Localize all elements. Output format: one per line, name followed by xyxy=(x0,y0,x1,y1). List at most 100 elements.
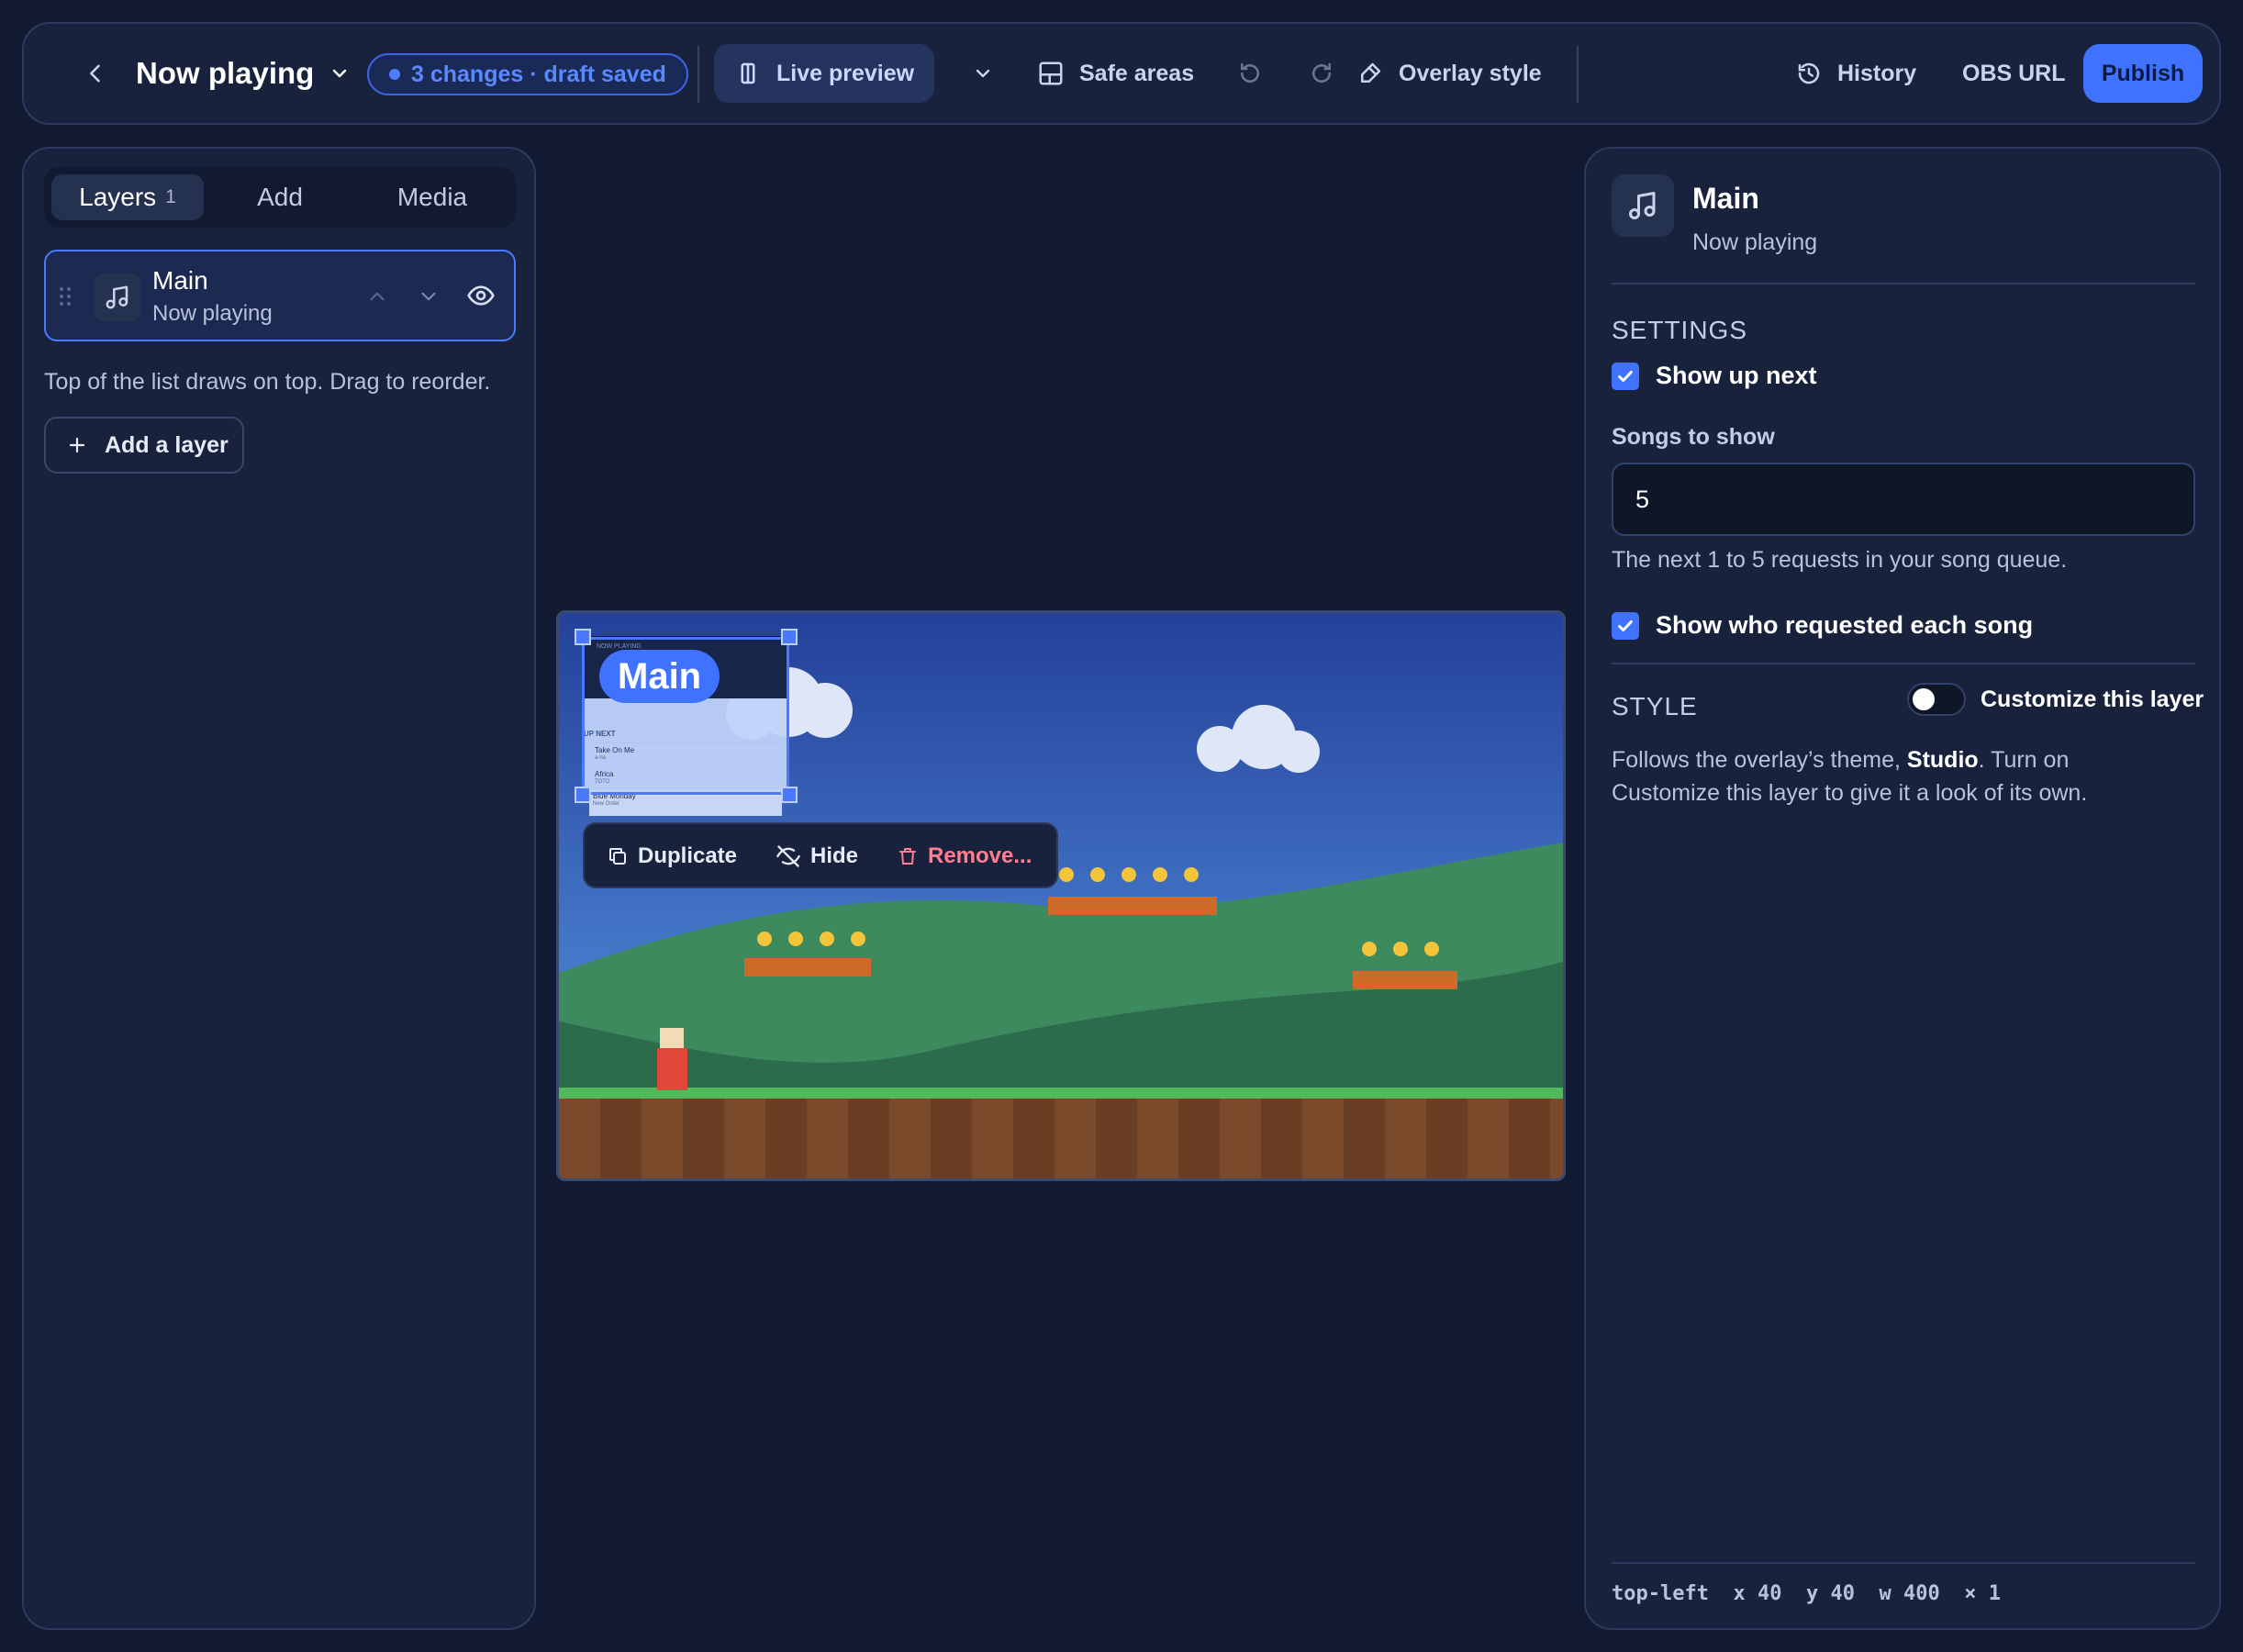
checkbox-checked[interactable] xyxy=(1612,611,1639,640)
undo-button[interactable] xyxy=(1232,24,1268,123)
x-value: 40 xyxy=(1757,1582,1782,1605)
tab-media[interactable]: Media xyxy=(356,174,508,220)
overlay-style-label: Overlay style xyxy=(1399,60,1542,86)
w-label: w xyxy=(1879,1582,1891,1605)
layer-list-item-main[interactable]: Main Now playing xyxy=(44,250,516,341)
layers-panel: Layers 1 Add Media Main Now playing Top … xyxy=(22,147,536,1630)
history-label: History xyxy=(1837,60,1917,86)
live-preview-button[interactable]: Live preview xyxy=(714,44,935,103)
back-button[interactable] xyxy=(61,24,130,123)
song-artist: New Order xyxy=(593,801,620,807)
plus-icon xyxy=(69,437,85,453)
remove-button[interactable]: Remove... xyxy=(897,824,1032,888)
divider xyxy=(1577,46,1579,103)
hide-label: Hide xyxy=(810,843,859,868)
style-description: Follows the overlay’s theme, Studio. Tur… xyxy=(1612,743,2162,809)
settings-heading: SETTINGS xyxy=(1612,316,1748,344)
anchor-value: top-left xyxy=(1612,1582,1709,1605)
changes-status-badge[interactable]: 3 changes · draft saved xyxy=(367,53,688,95)
status-dot xyxy=(389,69,400,80)
publish-button[interactable]: Publish xyxy=(2083,44,2203,103)
history-icon xyxy=(1798,62,1820,84)
remove-label: Remove... xyxy=(928,843,1032,868)
layer-name-badge: Main xyxy=(599,650,720,703)
duplicate-label: Duplicate xyxy=(638,843,738,868)
chevron-down-icon xyxy=(333,69,347,78)
theme-name: Studio xyxy=(1906,747,1979,773)
songs-to-show-label: Songs to show xyxy=(1612,424,1775,450)
panel-tabs: Layers 1 Add Media xyxy=(44,167,516,228)
resize-handle-bottom-right[interactable] xyxy=(781,787,798,803)
scale-value: 1 xyxy=(1988,1582,2001,1605)
move-up-icon[interactable] xyxy=(365,285,389,308)
resize-handle-top-left[interactable] xyxy=(575,629,591,645)
overlay-style-button[interactable]: Overlay style xyxy=(1356,24,1542,123)
layer-type-icon-box xyxy=(1612,174,1674,237)
layout-icon xyxy=(1039,61,1063,85)
show-requester-checkbox[interactable]: Show who requested each song xyxy=(1612,611,2033,640)
chevron-down-icon xyxy=(976,69,990,78)
y-label: y xyxy=(1805,1582,1819,1605)
layer-count-badge: 1 xyxy=(165,186,176,207)
show-up-next-checkbox[interactable]: Show up next xyxy=(1612,362,1817,390)
layer-settings-panel: Main Now playing SETTINGS Show up next S… xyxy=(1584,147,2221,1630)
hide-button[interactable]: Hide xyxy=(776,824,858,888)
songs-to-show-input[interactable] xyxy=(1612,463,2195,536)
layer-type-icon-box xyxy=(94,273,141,321)
music-note-icon xyxy=(106,285,128,309)
overlay-title-dropdown[interactable]: Now playing xyxy=(136,24,351,123)
history-button[interactable]: History xyxy=(1795,24,1916,123)
brush-icon xyxy=(1361,62,1381,83)
checkmark-icon xyxy=(1618,620,1633,631)
customize-layer-label: Customize this layer xyxy=(1981,686,2204,712)
trash-icon xyxy=(899,848,916,865)
checkbox-checked[interactable] xyxy=(1612,362,1639,390)
layer-name: Main xyxy=(152,266,208,295)
visibility-eye-icon[interactable] xyxy=(466,281,496,310)
redo-button[interactable] xyxy=(1303,24,1340,123)
obs-url-label: OBS URL xyxy=(1962,60,2066,86)
eye-off-icon xyxy=(776,845,800,867)
x-label: x xyxy=(1733,1582,1746,1605)
tab-layers[interactable]: Layers 1 xyxy=(51,174,204,220)
divider xyxy=(697,46,699,103)
redo-icon xyxy=(1312,62,1331,83)
drag-handle-icon[interactable] xyxy=(59,286,72,307)
chevron-left-icon xyxy=(90,64,100,83)
panel-columns-icon xyxy=(741,62,755,84)
divider xyxy=(1612,1562,2195,1564)
move-down-icon[interactable] xyxy=(417,285,441,308)
undo-icon xyxy=(1241,62,1259,83)
add-layer-label: Add a layer xyxy=(105,431,229,458)
changes-status-text: 3 changes · draft saved xyxy=(411,61,666,87)
y-value: 40 xyxy=(1830,1582,1855,1605)
style-heading: STYLE xyxy=(1612,692,1698,720)
layer-type: Now playing xyxy=(152,301,273,326)
divider xyxy=(1612,283,2195,285)
safe-areas-label: Safe areas xyxy=(1079,60,1195,86)
add-layer-button[interactable]: Add a layer xyxy=(44,417,244,474)
page-title: Now playing xyxy=(136,56,315,90)
customize-layer-toggle-row[interactable]: Customize this layer xyxy=(1907,683,2204,716)
divider xyxy=(1612,663,2195,664)
songs-to-show-help: The next 1 to 5 requests in your song qu… xyxy=(1612,547,2068,573)
layer-order-helper: Top of the list draws on top. Drag to re… xyxy=(44,369,491,395)
music-note-icon xyxy=(1629,192,1656,219)
show-up-next-label: Show up next xyxy=(1656,362,1817,389)
style-desc-pre: Follows the overlay’s theme, xyxy=(1612,747,1907,773)
layer-context-menu: Duplicate Hide Remove... xyxy=(583,822,1058,888)
live-preview-options-button[interactable] xyxy=(960,24,1006,123)
obs-url-button[interactable]: OBS URL xyxy=(1962,24,2066,123)
customize-layer-toggle[interactable] xyxy=(1907,683,1966,716)
layer-subtitle: Now playing xyxy=(1692,229,1818,255)
resize-handle-bottom-left[interactable] xyxy=(575,787,591,803)
copy-icon xyxy=(609,848,626,865)
resize-handle-top-right[interactable] xyxy=(781,629,798,645)
live-preview-label: Live preview xyxy=(776,60,915,86)
tab-add[interactable]: Add xyxy=(204,174,356,220)
layer-position-readout: top-left x 40 y 40 w 400 × 1 xyxy=(1612,1582,2001,1605)
overlay-preview-canvas[interactable]: NOW PLAYING UP NEXT Take On Me a-ha Afri… xyxy=(556,610,1566,1181)
top-bar: Now playing 3 changes · draft saved Live… xyxy=(22,22,2221,125)
safe-areas-button[interactable]: Safe areas xyxy=(1037,24,1194,123)
duplicate-button[interactable]: Duplicate xyxy=(607,824,737,888)
